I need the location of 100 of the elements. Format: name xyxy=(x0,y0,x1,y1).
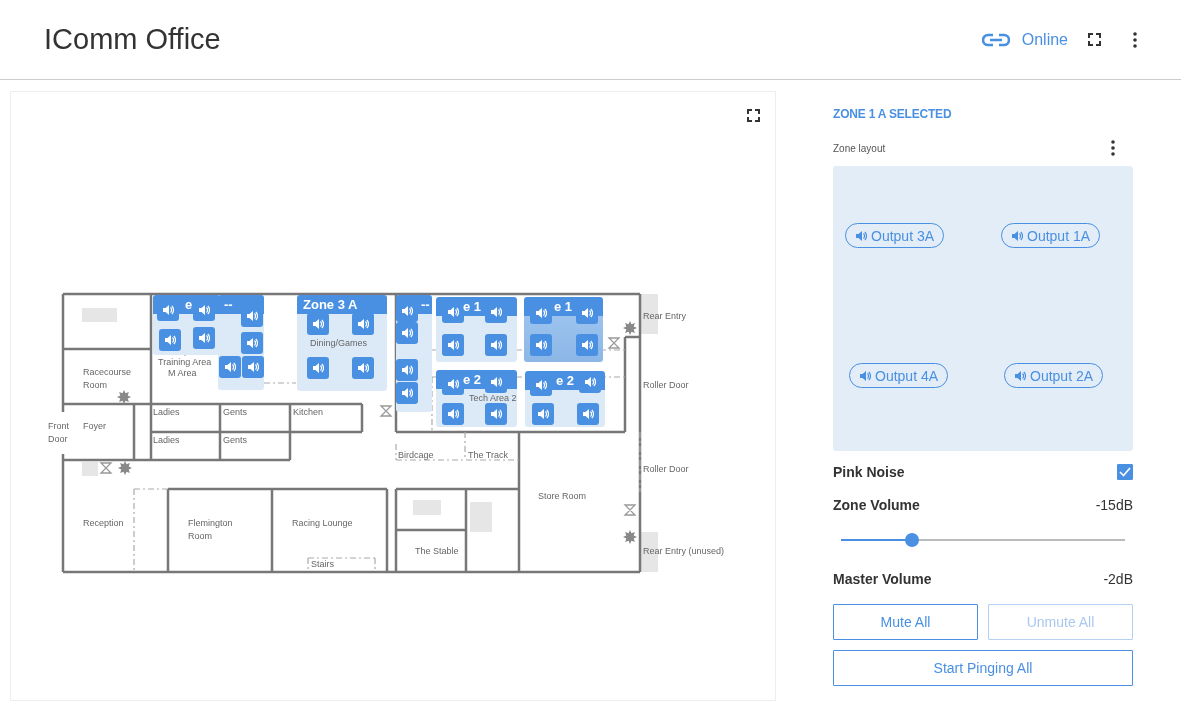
speaker-button[interactable] xyxy=(307,357,329,379)
speaker-button[interactable] xyxy=(241,332,263,354)
noise-label: Pink Noise xyxy=(833,464,905,480)
speaker-icon xyxy=(582,408,594,420)
speaker-button[interactable] xyxy=(396,382,418,404)
more-icon[interactable] xyxy=(1133,31,1137,48)
speaker-icon xyxy=(357,362,369,374)
online-link[interactable]: Online xyxy=(1021,30,1068,49)
room-label: Racecourse Room xyxy=(83,367,132,390)
room-label: Foyer xyxy=(83,421,106,431)
room-label: Rear Entry xyxy=(643,311,686,321)
speaker-button[interactable] xyxy=(530,334,552,356)
speaker-button[interactable] xyxy=(352,357,374,379)
speaker-button[interactable] xyxy=(442,334,464,356)
zone-title: e xyxy=(185,297,193,312)
fullscreen-icon[interactable] xyxy=(747,109,760,122)
speaker-icon xyxy=(164,334,176,346)
hourglass-icon xyxy=(379,405,393,417)
speaker-icon xyxy=(447,408,459,420)
speaker-icon xyxy=(312,318,324,330)
speaker-button[interactable] xyxy=(242,356,264,378)
speaker-icon xyxy=(447,339,459,351)
speaker-icon xyxy=(535,339,547,351)
room-label: Roller Door xyxy=(643,464,689,474)
speaker-button[interactable] xyxy=(532,403,554,425)
ping-button[interactable]: Start Pinging All xyxy=(833,650,1133,686)
hourglass-icon xyxy=(99,462,113,474)
hourglass-icon xyxy=(623,504,637,516)
room-label: Flemington Room xyxy=(188,518,233,541)
room-label: Ladies xyxy=(153,407,180,417)
speaker-icon xyxy=(490,306,502,318)
speaker-button[interactable] xyxy=(396,359,418,381)
speaker-icon xyxy=(401,364,413,376)
zone-area[interactable]: -- xyxy=(218,295,264,390)
zone-layout-label: Zone layout xyxy=(833,142,886,154)
speaker-button[interactable] xyxy=(442,403,464,425)
zone-area[interactable]: e 1 xyxy=(436,297,517,362)
speaker-button[interactable] xyxy=(307,313,329,335)
zone-area[interactable]: e xyxy=(153,295,220,355)
room-label: Tech Area 2 xyxy=(469,393,517,403)
slider-thumb[interactable] xyxy=(905,533,919,547)
speaker-icon xyxy=(312,362,324,374)
room-label: Stairs xyxy=(311,559,334,569)
zone-title: -- xyxy=(421,297,430,312)
blurred-patch xyxy=(82,308,117,322)
room-label: Gents xyxy=(223,435,247,445)
speaker-button[interactable] xyxy=(485,334,507,356)
room-label: Roller Door xyxy=(643,380,689,390)
blurred-patch xyxy=(82,462,98,476)
blurred-patch xyxy=(470,502,492,532)
sensor-icon xyxy=(118,461,132,475)
speaker-icon xyxy=(537,408,549,420)
speaker-button[interactable] xyxy=(352,313,374,335)
room-label: M Area xyxy=(168,368,197,378)
speaker-icon xyxy=(198,304,210,316)
blurred-patch xyxy=(413,500,441,515)
speaker-button[interactable] xyxy=(219,356,241,378)
check-icon xyxy=(1119,467,1131,477)
room-label: Ladies xyxy=(153,435,180,445)
zone-title: e 2 xyxy=(556,373,575,388)
zone-area[interactable]: e 2 xyxy=(525,371,605,427)
speaker-icon xyxy=(490,408,502,420)
speaker-icon xyxy=(401,305,413,317)
speaker-button[interactable] xyxy=(396,322,418,344)
speaker-icon xyxy=(198,332,210,344)
zone-area[interactable]: e 1 xyxy=(524,297,603,362)
room-label: Birdcage xyxy=(398,450,434,460)
zone-title: -- xyxy=(224,297,233,312)
zone-title: e 2 xyxy=(463,372,482,387)
room-label: Racing Lounge xyxy=(292,518,353,528)
zone-area[interactable]: -- xyxy=(396,295,432,412)
speaker-button[interactable] xyxy=(159,329,181,351)
mute-button[interactable]: Mute All xyxy=(833,604,978,640)
speaker-button[interactable] xyxy=(193,327,215,349)
sensor-icon xyxy=(623,321,637,335)
room-label: The Stable xyxy=(415,546,459,556)
fullscreen-icon[interactable] xyxy=(1088,33,1101,46)
speaker-icon xyxy=(1014,369,1026,382)
speaker-button[interactable] xyxy=(576,334,598,356)
noise-checkbox[interactable] xyxy=(1117,464,1133,480)
app-title: IComm Office xyxy=(44,23,222,56)
more-icon[interactable] xyxy=(1111,140,1115,156)
master-volume-label: Master Volume xyxy=(833,571,932,587)
speaker-icon xyxy=(859,369,871,382)
speaker-icon xyxy=(490,339,502,351)
link-icon xyxy=(981,32,1010,47)
speaker-icon xyxy=(447,378,459,390)
speaker-button[interactable] xyxy=(485,403,507,425)
speaker-icon xyxy=(581,307,593,319)
zone-title: e 1 xyxy=(463,299,482,314)
zone-volume-reading: -15dB xyxy=(1095,497,1133,513)
speaker-icon xyxy=(401,327,413,339)
speaker-button[interactable] xyxy=(577,403,599,425)
speaker-icon xyxy=(224,361,236,373)
speaker-icon xyxy=(490,376,502,388)
hourglass-icon xyxy=(607,337,621,349)
room-label: Front Door xyxy=(48,421,69,444)
sensor-icon xyxy=(117,390,131,404)
room-label: Gents xyxy=(223,407,247,417)
room-label: Reception xyxy=(83,518,124,528)
